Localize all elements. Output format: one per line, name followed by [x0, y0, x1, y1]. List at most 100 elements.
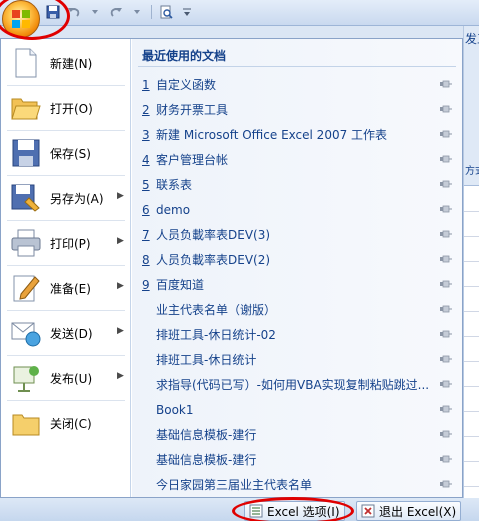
recent-document-name: 人员负載率表DEV(3) [156, 228, 271, 242]
menu-item-send[interactable]: 发送(D) ▶ [1, 311, 131, 355]
highlight-circle-office-button [0, 0, 70, 40]
pin-icon[interactable] [440, 254, 452, 264]
submenu-arrow-icon: ▶ [117, 236, 124, 246]
pin-icon[interactable] [440, 304, 452, 314]
recent-document-item[interactable]: 排班工具-休日统计 [142, 347, 454, 372]
pin-icon[interactable] [440, 454, 452, 464]
recent-document-number: 1 [142, 77, 150, 92]
title-bar [0, 0, 479, 26]
recent-document-number: 7 [142, 227, 150, 242]
ribbon-tab-partial[interactable]: 发工 [465, 30, 479, 47]
recent-document-number: 3 [142, 127, 150, 142]
pin-icon[interactable] [440, 379, 452, 389]
menu-item-new[interactable]: 新建(N) [1, 41, 131, 85]
open-folder-icon [10, 92, 42, 124]
menu-item-publish[interactable]: 发布(U) ▶ [1, 356, 131, 400]
recent-document-item[interactable]: 7 人员负載率表DEV(3) [142, 222, 454, 247]
recent-document-name: 基础信息模板-建行 [156, 428, 257, 442]
exit-excel-label: 退出 Excel(X) [379, 504, 457, 519]
pin-icon[interactable] [440, 204, 452, 214]
recent-document-name: 财务开票工具 [156, 103, 229, 117]
pin-icon[interactable] [440, 354, 452, 364]
recent-document-number: 4 [142, 152, 150, 167]
grid-line [464, 486, 479, 487]
recent-document-item[interactable]: 1 自定义函数 [142, 72, 454, 97]
recent-document-item[interactable]: 排班工具-休日统计-02 [142, 322, 454, 347]
print-preview-icon [160, 5, 173, 19]
qat-separator [151, 5, 152, 19]
ribbon-group-partial: 方式 [465, 166, 479, 177]
recent-document-item[interactable]: 今日家园第三届业主代表名单 [142, 472, 454, 497]
pin-icon[interactable] [440, 429, 452, 439]
grid-line [464, 336, 479, 337]
recent-document-item[interactable]: 基础信息模板-建行 [142, 422, 454, 447]
recent-document-name: 求指导(代码已写）-如何用VBA实现复制粘贴跳过... [156, 378, 428, 392]
prepare-pencil-icon [10, 272, 42, 304]
menu-item-print[interactable]: 打印(P) ▶ [1, 221, 131, 265]
qat-undo-dropdown[interactable] [86, 3, 104, 21]
recent-document-name: 业主代表名单（谢版） [156, 303, 277, 317]
exit-close-icon [361, 504, 375, 518]
recent-document-name: 百度知道 [156, 278, 205, 292]
save-as-icon [10, 182, 42, 214]
menu-item-close[interactable]: 关闭(C) [1, 401, 131, 445]
qat-customize-button[interactable] [178, 3, 196, 21]
pin-icon[interactable] [440, 104, 452, 114]
recent-document-number: 5 [142, 177, 150, 192]
worksheet-edge: 发工 方式 [463, 26, 479, 521]
save-disk-icon [10, 137, 42, 169]
recent-document-item[interactable]: 9 百度知道 [142, 272, 454, 297]
recent-document-item[interactable]: 求指导(代码已写）-如何用VBA实现复制粘贴跳过... [142, 372, 454, 397]
send-icon [10, 317, 42, 349]
grid-line [464, 461, 479, 462]
recent-document-item[interactable]: 3 新建 Microsoft Office Excel 2007 工作表 [142, 122, 454, 147]
pin-icon[interactable] [440, 279, 452, 289]
menu-item-save[interactable]: 保存(S) [1, 131, 131, 175]
highlight-circle-excel-options [232, 497, 354, 521]
grid-line [464, 236, 479, 237]
redo-icon [110, 8, 122, 17]
grid-line [464, 386, 479, 387]
pin-icon[interactable] [440, 329, 452, 339]
pin-icon[interactable] [440, 129, 452, 139]
grid-line [464, 411, 479, 412]
recent-document-number: 9 [142, 277, 150, 292]
pin-icon[interactable] [440, 154, 452, 164]
recent-document-item[interactable]: 5 联系表 [142, 172, 454, 197]
recent-document-item[interactable]: 业主代表名单（谢版） [142, 297, 454, 322]
qat-redo-dropdown[interactable] [128, 3, 146, 21]
recent-document-number: 6 [142, 202, 150, 217]
recent-document-name: 人员负載率表DEV(2) [156, 253, 271, 267]
recent-document-name: 客户管理台帐 [156, 153, 229, 167]
recent-document-item[interactable]: 2 财务开票工具 [142, 97, 454, 122]
pin-icon[interactable] [440, 79, 452, 89]
qat-print-preview-button[interactable] [157, 3, 175, 21]
recent-document-item[interactable]: 6 demo [142, 197, 454, 222]
pin-icon[interactable] [440, 229, 452, 239]
recent-document-item[interactable]: 8 人员负載率表DEV(2) [142, 247, 454, 272]
office-menu: 新建(N) 打开(O) 保存(S) 另存为(A) ▶ 打印(P) ▶ 准备(E)… [0, 38, 463, 498]
divider [138, 66, 456, 67]
pin-icon[interactable] [440, 179, 452, 189]
menu-item-open[interactable]: 打开(O) [1, 86, 131, 130]
recent-document-item[interactable]: Book1 [142, 397, 454, 422]
recent-document-name: 基础信息模板-建行 [156, 453, 257, 467]
recent-document-name: 今日家园第三届业主代表名单 [156, 478, 313, 492]
printer-icon [10, 227, 42, 259]
exit-excel-button[interactable]: 退出 Excel(X) [356, 501, 462, 521]
recent-document-name: demo [156, 202, 191, 217]
menu-item-save-as[interactable]: 另存为(A) ▶ [1, 176, 131, 220]
chevron-down-icon [92, 10, 98, 14]
pin-icon[interactable] [440, 404, 452, 414]
recent-document-number: 2 [142, 102, 150, 117]
recent-document-name: 自定义函数 [156, 78, 217, 92]
recent-document-number: 8 [142, 252, 150, 267]
recent-document-name: 排班工具-休日统计-02 [156, 328, 276, 342]
qat-redo-button[interactable] [107, 3, 125, 21]
pin-icon[interactable] [440, 479, 452, 489]
grid-line [464, 211, 479, 212]
recent-document-item[interactable]: 基础信息模板-建行 [142, 447, 454, 472]
menu-item-prepare[interactable]: 准备(E) ▶ [1, 266, 131, 310]
grid-line [464, 361, 479, 362]
recent-document-item[interactable]: 4 客户管理台帐 [142, 147, 454, 172]
